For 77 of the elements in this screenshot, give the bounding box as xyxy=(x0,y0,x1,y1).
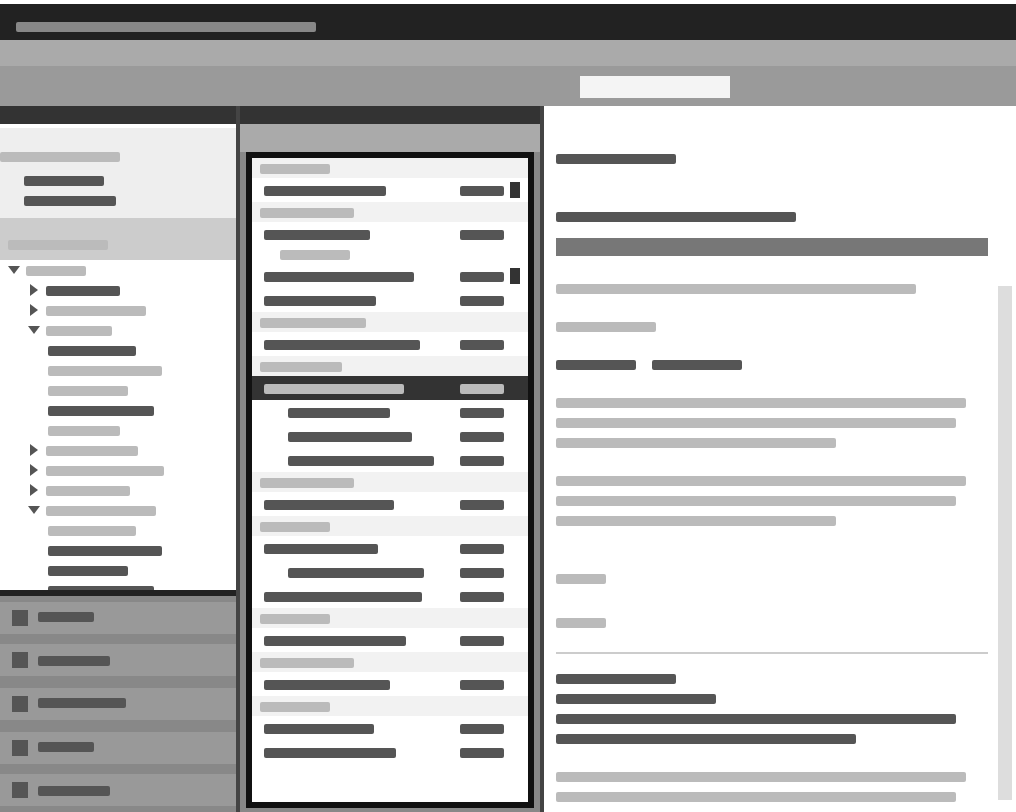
blurred-text xyxy=(556,674,676,684)
blurred-text xyxy=(460,723,504,733)
blurred-text xyxy=(460,383,504,393)
blurred-text xyxy=(38,698,126,709)
blurred-text xyxy=(460,543,504,553)
blurred-text xyxy=(460,455,504,465)
blurred-text xyxy=(264,383,404,393)
blurred-text xyxy=(260,477,354,487)
folder-icon xyxy=(12,739,28,756)
navigation-button[interactable] xyxy=(0,731,236,764)
blurred-text xyxy=(460,679,504,689)
blurred-text xyxy=(460,499,504,509)
blurred-text xyxy=(556,574,606,584)
blurred-text xyxy=(264,635,406,645)
blurred-text xyxy=(556,618,606,628)
folder-icon xyxy=(12,782,28,799)
blurred-text xyxy=(460,567,504,577)
blurred-text xyxy=(556,360,636,370)
blurred-text xyxy=(556,154,676,164)
blurred-text xyxy=(460,407,504,417)
navigation-button[interactable] xyxy=(0,687,236,720)
blurred-text xyxy=(460,635,504,645)
message-row[interactable] xyxy=(252,376,528,400)
blurred-text xyxy=(280,250,350,260)
blurred-text xyxy=(288,567,424,577)
blurred-text xyxy=(556,322,656,332)
collapse-icon[interactable] xyxy=(28,504,40,516)
blurred-text xyxy=(260,613,330,623)
blurred-text xyxy=(652,360,742,370)
blurred-text xyxy=(38,612,94,623)
blurred-text xyxy=(264,499,394,509)
blurred-text xyxy=(264,679,390,689)
collapse-icon[interactable] xyxy=(28,324,40,336)
expand-icon[interactable] xyxy=(28,444,40,456)
blurred-text xyxy=(260,163,330,173)
expand-icon[interactable] xyxy=(28,304,40,316)
search-field[interactable] xyxy=(580,75,730,97)
blurred-text xyxy=(24,175,104,185)
blurred-text xyxy=(260,657,354,667)
expand-icon[interactable] xyxy=(28,464,40,476)
blurred-text xyxy=(460,229,504,239)
blurred-text xyxy=(288,407,390,417)
blurred-text xyxy=(38,742,94,753)
blurred-text xyxy=(260,521,330,531)
blurred-text xyxy=(38,785,110,796)
scrollbar[interactable] xyxy=(998,286,1012,800)
blurred-text xyxy=(460,295,504,305)
blurred-text xyxy=(0,152,120,162)
expand-icon[interactable] xyxy=(28,284,40,296)
blurred-text xyxy=(264,543,378,553)
blurred-text xyxy=(460,431,504,441)
navigation-button[interactable] xyxy=(0,774,236,807)
blurred-text xyxy=(264,229,370,239)
folder-icon xyxy=(12,652,28,669)
blurred-text xyxy=(288,431,412,441)
blurred-text xyxy=(264,723,374,733)
blurred-text xyxy=(260,207,354,217)
blurred-text xyxy=(460,339,504,349)
navigation-button[interactable] xyxy=(0,601,236,634)
blurred-text xyxy=(460,591,504,601)
blurred-text xyxy=(26,265,86,275)
blurred-text xyxy=(460,747,504,757)
expand-icon[interactable] xyxy=(28,484,40,496)
blurred-text xyxy=(460,271,504,281)
blurred-text xyxy=(460,185,504,195)
blurred-text xyxy=(260,317,366,327)
blurred-text xyxy=(264,295,376,305)
blurred-text xyxy=(264,185,386,195)
blurred-text xyxy=(260,701,330,711)
navigation-button[interactable] xyxy=(0,644,236,677)
folder-icon xyxy=(12,695,28,712)
collapse-icon[interactable] xyxy=(8,264,20,276)
blurred-text xyxy=(260,361,342,371)
folder-icon xyxy=(12,609,28,626)
blurred-text xyxy=(24,195,116,205)
blurred-text xyxy=(264,747,396,757)
blurred-text xyxy=(38,655,110,666)
